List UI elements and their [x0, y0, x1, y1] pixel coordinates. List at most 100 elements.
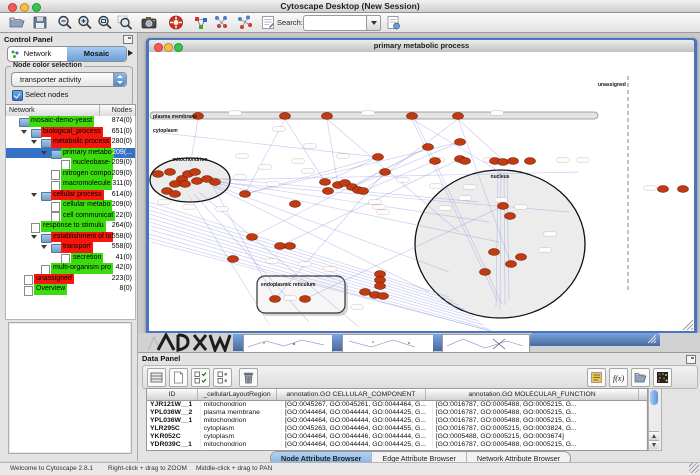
expand-arrow-icon[interactable]	[21, 130, 27, 134]
tree-item[interactable]: cellular metabo209(0)	[6, 200, 135, 211]
expand-arrow-icon[interactable]	[31, 140, 37, 144]
table-row[interactable]: YPL036W__2plasma membrane[GO:0044464, GO…	[147, 409, 647, 417]
zoom-out-icon[interactable]	[56, 14, 74, 31]
tree-item[interactable]: Overview8(0)	[6, 284, 135, 295]
graph-node[interactable]	[228, 256, 239, 263]
graph-node[interactable]	[290, 201, 301, 208]
tree-item[interactable]: transport558(0)	[6, 242, 135, 253]
open-folder-icon[interactable]	[8, 14, 26, 31]
tree-item[interactable]: nucleobase-209(0)	[6, 158, 135, 169]
graph-node[interactable]	[275, 243, 286, 250]
zoom-fit-icon[interactable]	[96, 14, 114, 31]
background-window-fragment[interactable]	[442, 334, 530, 352]
graph-node[interactable]	[375, 283, 386, 290]
save-icon[interactable]	[31, 14, 49, 31]
snapshot-icon[interactable]	[140, 14, 158, 31]
load-attributes-icon[interactable]	[631, 368, 650, 387]
graph-node[interactable]	[525, 158, 536, 165]
scrollbar-thumb[interactable]	[650, 390, 658, 405]
matrix-icon[interactable]	[653, 368, 672, 387]
tree-item[interactable]: establishment of lo558(0)	[6, 232, 135, 243]
zoom-selected-icon[interactable]	[116, 14, 134, 31]
graph-node[interactable]	[505, 213, 516, 220]
tree-item[interactable]: cell communicat22(0)	[6, 211, 135, 222]
tree-item[interactable]: secretion41(0)	[6, 253, 135, 264]
table-row[interactable]: YLR295Ccytoplasm[GO:0045263, GO:0044464,…	[147, 425, 647, 433]
float-panel-icon[interactable]	[123, 35, 133, 44]
window-resize-grip-icon[interactable]	[646, 334, 658, 344]
background-window-titlebar[interactable]	[530, 333, 660, 346]
scroll-up-icon[interactable]	[649, 431, 659, 440]
table-row[interactable]: YPL036W__1mitochondrion[GO:0044464, GO:0…	[147, 417, 647, 425]
graph-node[interactable]	[190, 169, 201, 176]
background-window-edge[interactable]	[433, 334, 442, 351]
background-window-edge[interactable]	[233, 334, 243, 351]
edge[interactable]	[153, 132, 378, 157]
float-data-panel-icon[interactable]	[686, 355, 696, 364]
dropdown-stepper-icon[interactable]	[113, 73, 126, 86]
attribute-table-icon[interactable]	[147, 368, 166, 387]
graph-node[interactable]	[358, 188, 369, 195]
select-attributes-icon[interactable]	[191, 368, 210, 387]
tree-item[interactable]: mosaic-demo-yeast874(0)	[6, 116, 135, 127]
table-row[interactable]: YJR121W__1mitochondrion[GO:0045267, GO:0…	[147, 401, 647, 409]
tree-item[interactable]: multi-organism pro42(0)	[6, 263, 135, 274]
background-window-fragment[interactable]	[342, 334, 434, 352]
select-nodes-checkbox[interactable]	[12, 90, 23, 101]
app-resize-grip[interactable]	[689, 463, 699, 473]
graph-node[interactable]	[322, 113, 333, 120]
expand-arrow-icon[interactable]	[31, 235, 37, 239]
graph-node[interactable]	[192, 178, 203, 185]
graph-node[interactable]	[165, 169, 176, 176]
graph-node[interactable]	[430, 158, 441, 165]
graph-node[interactable]	[455, 139, 466, 146]
column-header[interactable]: _cellularLayoutRegion	[198, 389, 277, 400]
network-canvas[interactable]: plasma membranecytoplasmmitochondrionnuc…	[149, 52, 694, 331]
annotation-icon[interactable]	[259, 14, 277, 31]
graph-node[interactable]	[453, 113, 464, 120]
scroll-down-icon[interactable]	[649, 440, 659, 449]
graph-node[interactable]	[508, 158, 519, 165]
help-lifesaver-icon[interactable]	[167, 14, 185, 31]
graph-node[interactable]	[373, 154, 384, 161]
background-window-fragment[interactable]	[243, 334, 333, 352]
label-list-icon[interactable]	[587, 368, 606, 387]
attribute-table[interactable]: ID_cellularLayoutRegionannotation.GO CEL…	[146, 388, 648, 451]
graph-node[interactable]	[658, 186, 669, 193]
network-graph[interactable]: plasma membranecytoplasmmitochondrionnuc…	[149, 52, 694, 331]
graph-node[interactable]	[498, 159, 509, 166]
tab-mosaic[interactable]: Mosaic	[67, 47, 126, 61]
tree-item[interactable]: unassigned223(0)	[6, 274, 135, 285]
layout-2-icon[interactable]	[236, 14, 254, 31]
graph-node[interactable]	[516, 254, 527, 261]
tree-item[interactable]: primary metabo209(...	[6, 148, 135, 159]
layout-1-icon[interactable]	[212, 14, 230, 31]
column-header[interactable]: annotation.GO CELLULAR_COMPONENT	[277, 389, 426, 400]
graph-node[interactable]	[506, 261, 517, 268]
graph-node[interactable]	[170, 191, 181, 198]
delete-attribute-icon[interactable]	[239, 368, 258, 387]
graph-node[interactable]	[285, 243, 296, 250]
formula-icon[interactable]: f(x)	[609, 368, 628, 387]
zoom-in-icon[interactable]	[76, 14, 94, 31]
tree-item[interactable]: cellular process614(0)	[6, 190, 135, 201]
import-document-icon[interactable]	[384, 14, 402, 31]
tree-item[interactable]: macromolecule311(0)	[6, 179, 135, 190]
table-row[interactable]: YDR039C__1mitochondrion[GO:0044464, GO:0…	[147, 441, 647, 449]
graph-node[interactable]	[300, 296, 311, 303]
graph-node[interactable]	[460, 158, 471, 165]
graph-node[interactable]	[270, 296, 281, 303]
column-header[interactable]: ID	[147, 389, 198, 400]
column-header[interactable]: annotation.GO MOLECULAR_FUNCTION	[426, 389, 639, 400]
network-icon[interactable]	[192, 14, 210, 31]
graph-node[interactable]	[153, 171, 164, 178]
background-window-edge[interactable]	[332, 334, 342, 351]
graph-node[interactable]	[360, 289, 371, 296]
graph-node[interactable]	[320, 179, 331, 186]
edge[interactable]	[327, 119, 459, 232]
graph-node[interactable]	[378, 293, 389, 300]
tree-item[interactable]: response to stimulu264(0)	[6, 221, 135, 232]
search-dropdown-button[interactable]	[366, 15, 381, 31]
graph-node[interactable]	[280, 113, 291, 120]
graph-node[interactable]	[380, 169, 391, 176]
